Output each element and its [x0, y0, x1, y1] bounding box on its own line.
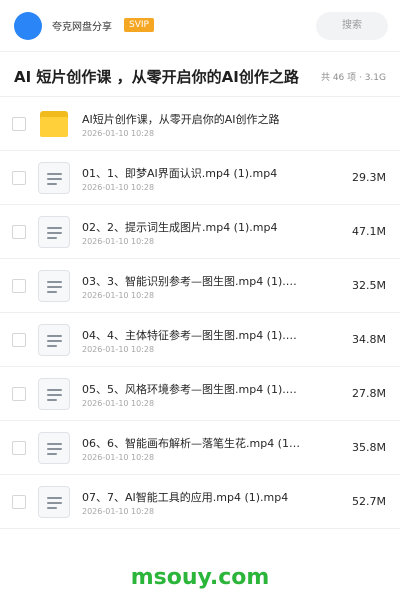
file-size: 32.5M — [352, 279, 386, 292]
file-name: 01、1、即梦AI界面认识.mp4 (1).mp4 — [82, 167, 278, 180]
file-date: 2026-01-10 10:28 — [82, 345, 155, 354]
row-checkbox[interactable] — [12, 441, 26, 455]
file-size: 27.8M — [352, 387, 386, 400]
file-date: 2026-01-10 10:28 — [82, 453, 155, 462]
file-date: 2026-01-10 10:28 — [82, 399, 155, 408]
file-name: 04、4、主体特征参考—图生图.mp4 (1).m… — [82, 329, 302, 342]
video-file-icon — [38, 486, 70, 518]
file-size: 52.7M — [352, 495, 386, 508]
svip-badge: SVIP — [124, 18, 154, 32]
file-size: 47.1M — [352, 225, 386, 238]
page-title: AI 短片创作课 ，从零开启你的AI创作之路 — [14, 68, 299, 86]
file-name: 03、3、智能识别参考—图生图.mp4 (1).m… — [82, 275, 302, 288]
file-date: 2026-01-10 10:28 — [82, 183, 155, 192]
file-row[interactable]: 03、3、智能识别参考—图生图.mp4 (1).m… 2026-01-10 10… — [0, 259, 400, 313]
video-file-icon — [38, 432, 70, 464]
file-row[interactable]: 01、1、即梦AI界面认识.mp4 (1).mp4 2026-01-10 10:… — [0, 151, 400, 205]
share-meta: 共 46 项 · 3.1G — [320, 73, 386, 83]
file-name: AI短片创作课，从零开启你的AI创作之路 — [82, 113, 280, 126]
site-watermark: msouy.com — [130, 565, 270, 590]
file-date: 2026-01-10 10:28 — [82, 129, 155, 138]
row-checkbox[interactable] — [12, 387, 26, 401]
file-row[interactable]: 04、4、主体特征参考—图生图.mp4 (1).m… 2026-01-10 10… — [0, 313, 400, 367]
video-file-icon — [38, 270, 70, 302]
file-name: 07、7、AI智能工具的应用.mp4 (1).mp4 — [82, 491, 289, 504]
row-checkbox[interactable] — [12, 495, 26, 509]
file-date: 2026-01-10 10:28 — [82, 507, 155, 516]
file-row[interactable]: 02、2、提示词生成图片.mp4 (1).mp4 2026-01-10 10:2… — [0, 205, 400, 259]
file-row-folder[interactable]: AI短片创作课，从零开启你的AI创作之路 2026-01-10 10:28 — [0, 97, 400, 151]
row-checkbox[interactable] — [12, 279, 26, 293]
file-row[interactable]: 05、5、风格环境参考—图生图.mp4 (1).m… 2026-01-10 10… — [0, 367, 400, 421]
file-name: 05、5、风格环境参考—图生图.mp4 (1).m… — [82, 383, 302, 396]
file-row[interactable]: 06、6、智能画布解析—落笔生花.mp4 (1).… 2026-01-10 10… — [0, 421, 400, 475]
username: 夸克网盘分享 — [52, 22, 112, 33]
top-bar: 夸克网盘分享 SVIP 搜索 — [0, 0, 400, 52]
file-date: 2026-01-10 10:28 — [82, 237, 155, 246]
row-checkbox[interactable] — [12, 225, 26, 239]
file-date: 2026-01-10 10:28 — [82, 291, 155, 300]
row-checkbox[interactable] — [12, 171, 26, 185]
video-file-icon — [38, 324, 70, 356]
file-name: 06、6、智能画布解析—落笔生花.mp4 (1).… — [82, 437, 302, 450]
file-row[interactable]: 07、7、AI智能工具的应用.mp4 (1).mp4 2026-01-10 10… — [0, 475, 400, 529]
row-checkbox[interactable] — [12, 333, 26, 347]
file-size: 29.3M — [352, 171, 386, 184]
avatar[interactable] — [14, 12, 42, 40]
folder-icon — [38, 108, 70, 140]
file-name: 02、2、提示词生成图片.mp4 (1).mp4 — [82, 221, 278, 234]
video-file-icon — [38, 162, 70, 194]
file-size: 34.8M — [352, 333, 386, 346]
video-file-icon — [38, 216, 70, 248]
file-list: AI短片创作课，从零开启你的AI创作之路 2026-01-10 10:28 01… — [0, 97, 400, 529]
video-file-icon — [38, 378, 70, 410]
file-size: 35.8M — [352, 441, 386, 454]
share-title-bar: AI 短片创作课 ，从零开启你的AI创作之路 共 46 项 · 3.1G — [0, 53, 400, 97]
row-checkbox[interactable] — [12, 117, 26, 131]
search-input[interactable]: 搜索 — [316, 12, 388, 40]
